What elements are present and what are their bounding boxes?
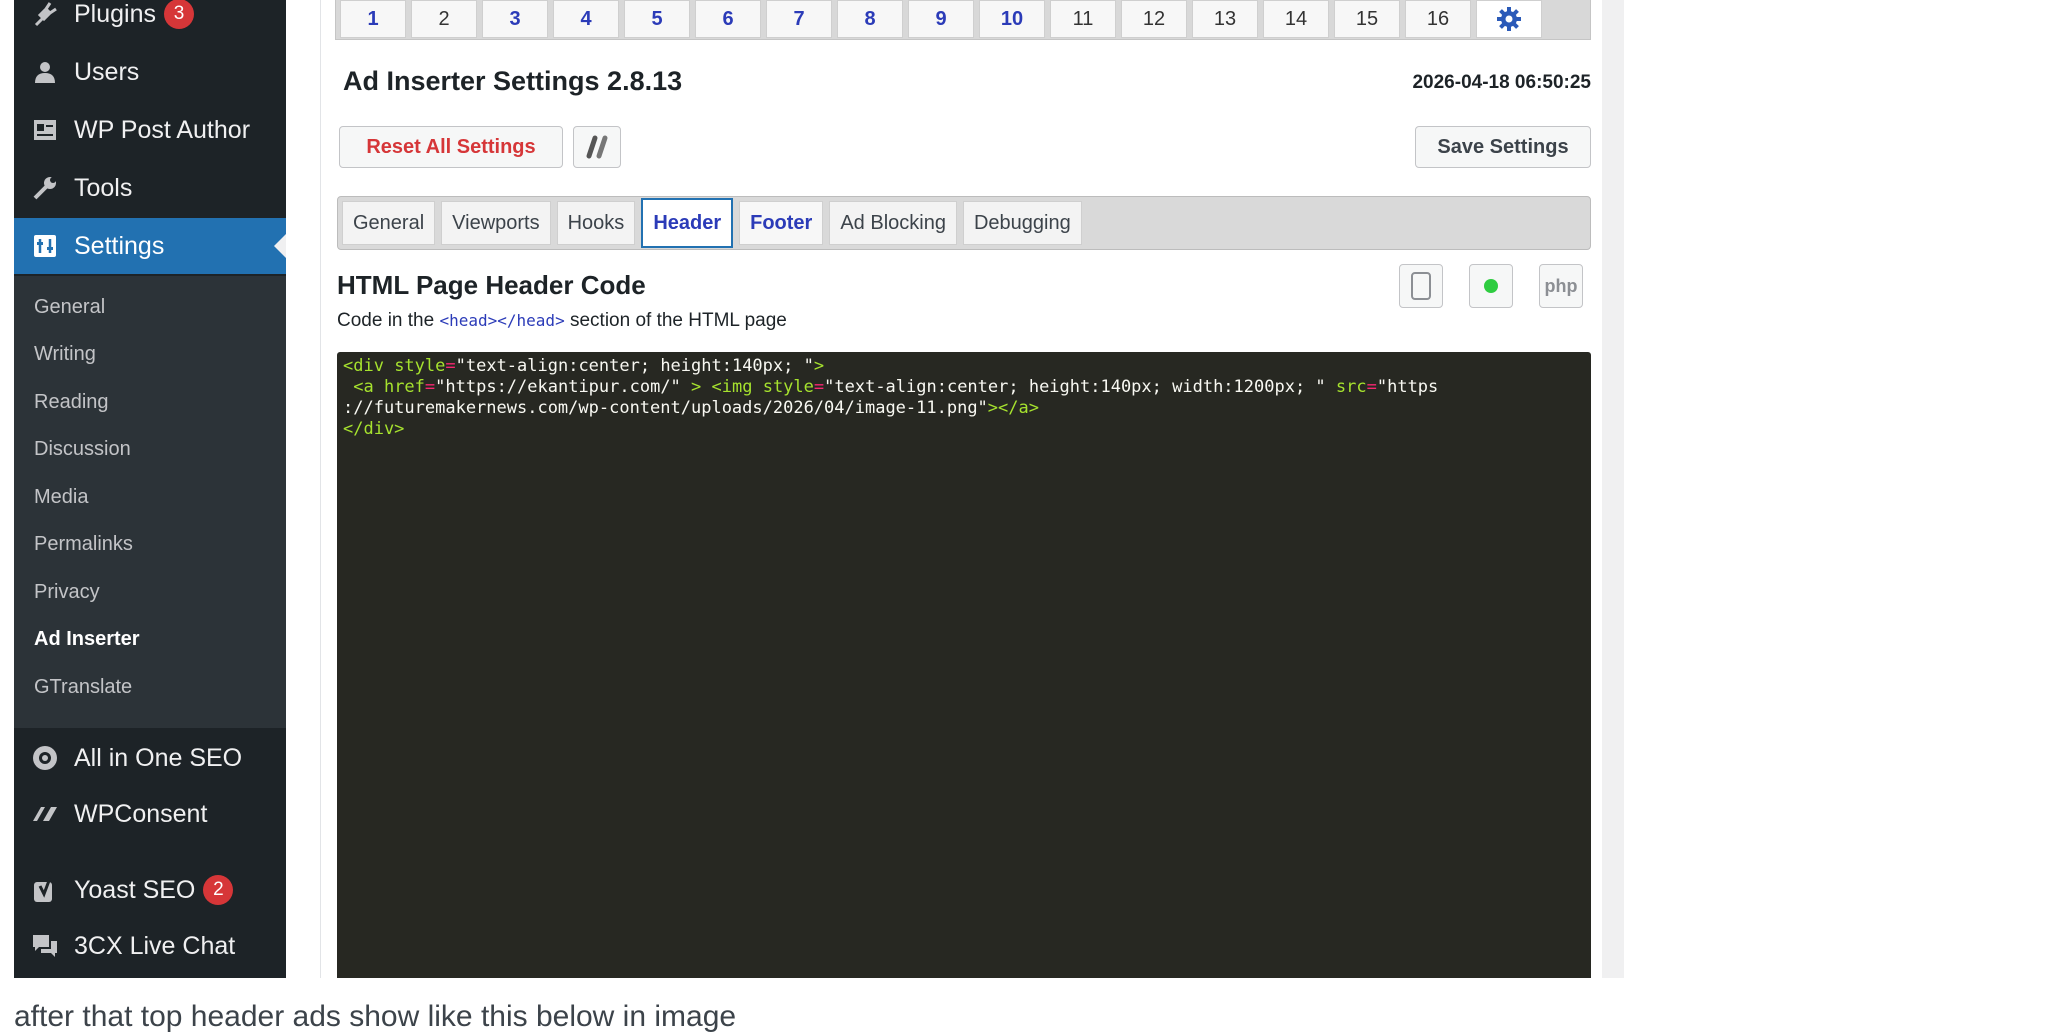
caption-text: after that top header ads show like this…: [14, 1000, 737, 1033]
aioseo-icon: [30, 743, 60, 773]
block-tab-8[interactable]: 8: [837, 0, 903, 38]
yoast-icon: [30, 875, 60, 905]
section-heading: HTML Page Header Code: [337, 270, 646, 300]
block-tab-7[interactable]: 7: [766, 0, 832, 38]
menu-label: 3CX Live Chat: [74, 931, 236, 960]
submenu-reading[interactable]: Reading: [34, 391, 109, 414]
active-menu-arrow: [274, 234, 286, 258]
block-tab-1[interactable]: 1: [340, 0, 406, 38]
wrench-icon: [30, 173, 60, 203]
desc-prefix: Code in the: [337, 310, 440, 331]
save-settings-button[interactable]: Save Settings: [1415, 126, 1591, 168]
block-tab-3[interactable]: 3: [482, 0, 548, 38]
menu-label: Users: [74, 57, 140, 86]
enable-status-button[interactable]: [1469, 264, 1513, 308]
menu-item-3cx-live-chat[interactable]: 3CX Live Chat: [14, 918, 286, 974]
id-card-icon: [30, 115, 60, 145]
users-icon: [30, 57, 60, 87]
menu-item-all-in-one-seo[interactable]: All in One SEO: [14, 730, 286, 786]
menu-item-wpconsent[interactable]: WPConsent: [14, 786, 286, 842]
menu-label: Plugins: [74, 0, 156, 28]
reset-all-settings-button[interactable]: Reset All Settings: [339, 126, 563, 168]
menu-item-tools[interactable]: Tools: [14, 160, 286, 216]
menu-label: WPConsent: [74, 799, 208, 828]
block-tab-6[interactable]: 6: [695, 0, 761, 38]
submenu-writing[interactable]: Writing: [34, 343, 96, 366]
desc-suffix: section of the HTML page: [564, 310, 787, 331]
submenu-general[interactable]: General: [34, 296, 105, 319]
menu-item-plugins[interactable]: Plugins 3: [14, 0, 286, 42]
submenu-media[interactable]: Media: [34, 486, 88, 509]
settings-submenu: General Writing Reading Discussion Media…: [14, 276, 286, 728]
settings-icon: [30, 231, 60, 261]
tab-general[interactable]: General: [342, 201, 436, 245]
chat-icon: [30, 931, 60, 961]
submenu-privacy[interactable]: Privacy: [34, 581, 100, 604]
wrench-tools-icon: [586, 135, 608, 159]
tab-viewports[interactable]: Viewports: [441, 201, 551, 245]
settings-tabs: General Viewports Hooks Header Footer Ad…: [337, 196, 1591, 250]
desc-code: <head></head>: [439, 311, 565, 330]
page-title: Ad Inserter Settings 2.8.13: [343, 66, 683, 96]
tab-ad-blocking[interactable]: Ad Blocking: [829, 201, 957, 245]
section-description: Code in the <head></head> section of the…: [337, 310, 787, 332]
tab-debugging[interactable]: Debugging: [962, 201, 1082, 245]
ad-inserter-panel: 1 2 3 4 5 6 7 8 9 10 11 12 13 14 15 16 A…: [320, 0, 1604, 978]
menu-label: WP Post Author: [74, 115, 251, 144]
menu-label: Yoast SEO: [74, 875, 196, 904]
menu-label: Tools: [74, 173, 133, 202]
menu-label: Settings: [74, 231, 165, 260]
block-tab-10[interactable]: 10: [979, 0, 1045, 38]
menu-item-wp-post-author[interactable]: WP Post Author: [14, 102, 286, 158]
block-tab-16[interactable]: 16: [1405, 0, 1471, 38]
notification-count-badge: 2: [203, 875, 234, 905]
code-line-2: <a href="https://ekantipur.com/" > <img …: [343, 377, 1439, 397]
block-tab-4[interactable]: 4: [553, 0, 619, 38]
block-tab-14[interactable]: 14: [1263, 0, 1329, 38]
menu-item-settings[interactable]: Settings: [14, 218, 286, 274]
submenu-discussion[interactable]: Discussion: [34, 438, 131, 461]
code-line-3: ://futuremakernews.com/wp-content/upload…: [343, 398, 1039, 418]
status-dot-icon: [1484, 279, 1498, 293]
menu-item-yoast-seo[interactable]: Yoast SEO 2: [14, 862, 286, 918]
tab-hooks[interactable]: Hooks: [556, 201, 636, 245]
code-line-1: <div style="text-align:center; height:14…: [343, 356, 825, 376]
submenu-gtranslate[interactable]: GTranslate: [34, 676, 132, 699]
submenu-ad-inserter[interactable]: Ad Inserter: [34, 628, 140, 651]
block-tab-13[interactable]: 13: [1192, 0, 1258, 38]
gear-icon: [1497, 7, 1521, 31]
block-tab-11[interactable]: 11: [1050, 0, 1116, 38]
export-import-button[interactable]: [573, 126, 621, 168]
submenu-permalinks[interactable]: Permalinks: [34, 533, 133, 556]
device-detection-button[interactable]: [1399, 264, 1443, 308]
menu-item-users[interactable]: Users: [14, 44, 286, 100]
plugin-icon: [30, 0, 60, 29]
block-tab-15[interactable]: 15: [1334, 0, 1400, 38]
wpconsent-icon: [30, 799, 60, 829]
code-line-4: </div>: [343, 419, 405, 439]
tab-header[interactable]: Header: [641, 198, 734, 248]
menu-label: All in One SEO: [74, 743, 243, 772]
php-toggle-button[interactable]: php: [1539, 264, 1583, 308]
block-tab-9[interactable]: 9: [908, 0, 974, 38]
block-tabs: 1 2 3 4 5 6 7 8 9 10 11 12 13 14 15 16: [335, 0, 1591, 40]
admin-sidebar: Plugins 3 Users WP Post Author Tools Set…: [14, 0, 286, 978]
datetime-label: 2026-04-18 06:50:25: [1412, 72, 1591, 93]
panel-right-gutter: [1602, 0, 1624, 978]
header-code-editor[interactable]: <div style="text-align:center; height:14…: [337, 352, 1591, 978]
block-tab-12[interactable]: 12: [1121, 0, 1187, 38]
block-tab-5[interactable]: 5: [624, 0, 690, 38]
block-tab-2[interactable]: 2: [411, 0, 477, 38]
tablet-icon: [1411, 272, 1431, 300]
tab-footer[interactable]: Footer: [739, 201, 824, 245]
settings-gear-tab[interactable]: [1476, 0, 1542, 38]
update-count-badge: 3: [164, 0, 194, 29]
